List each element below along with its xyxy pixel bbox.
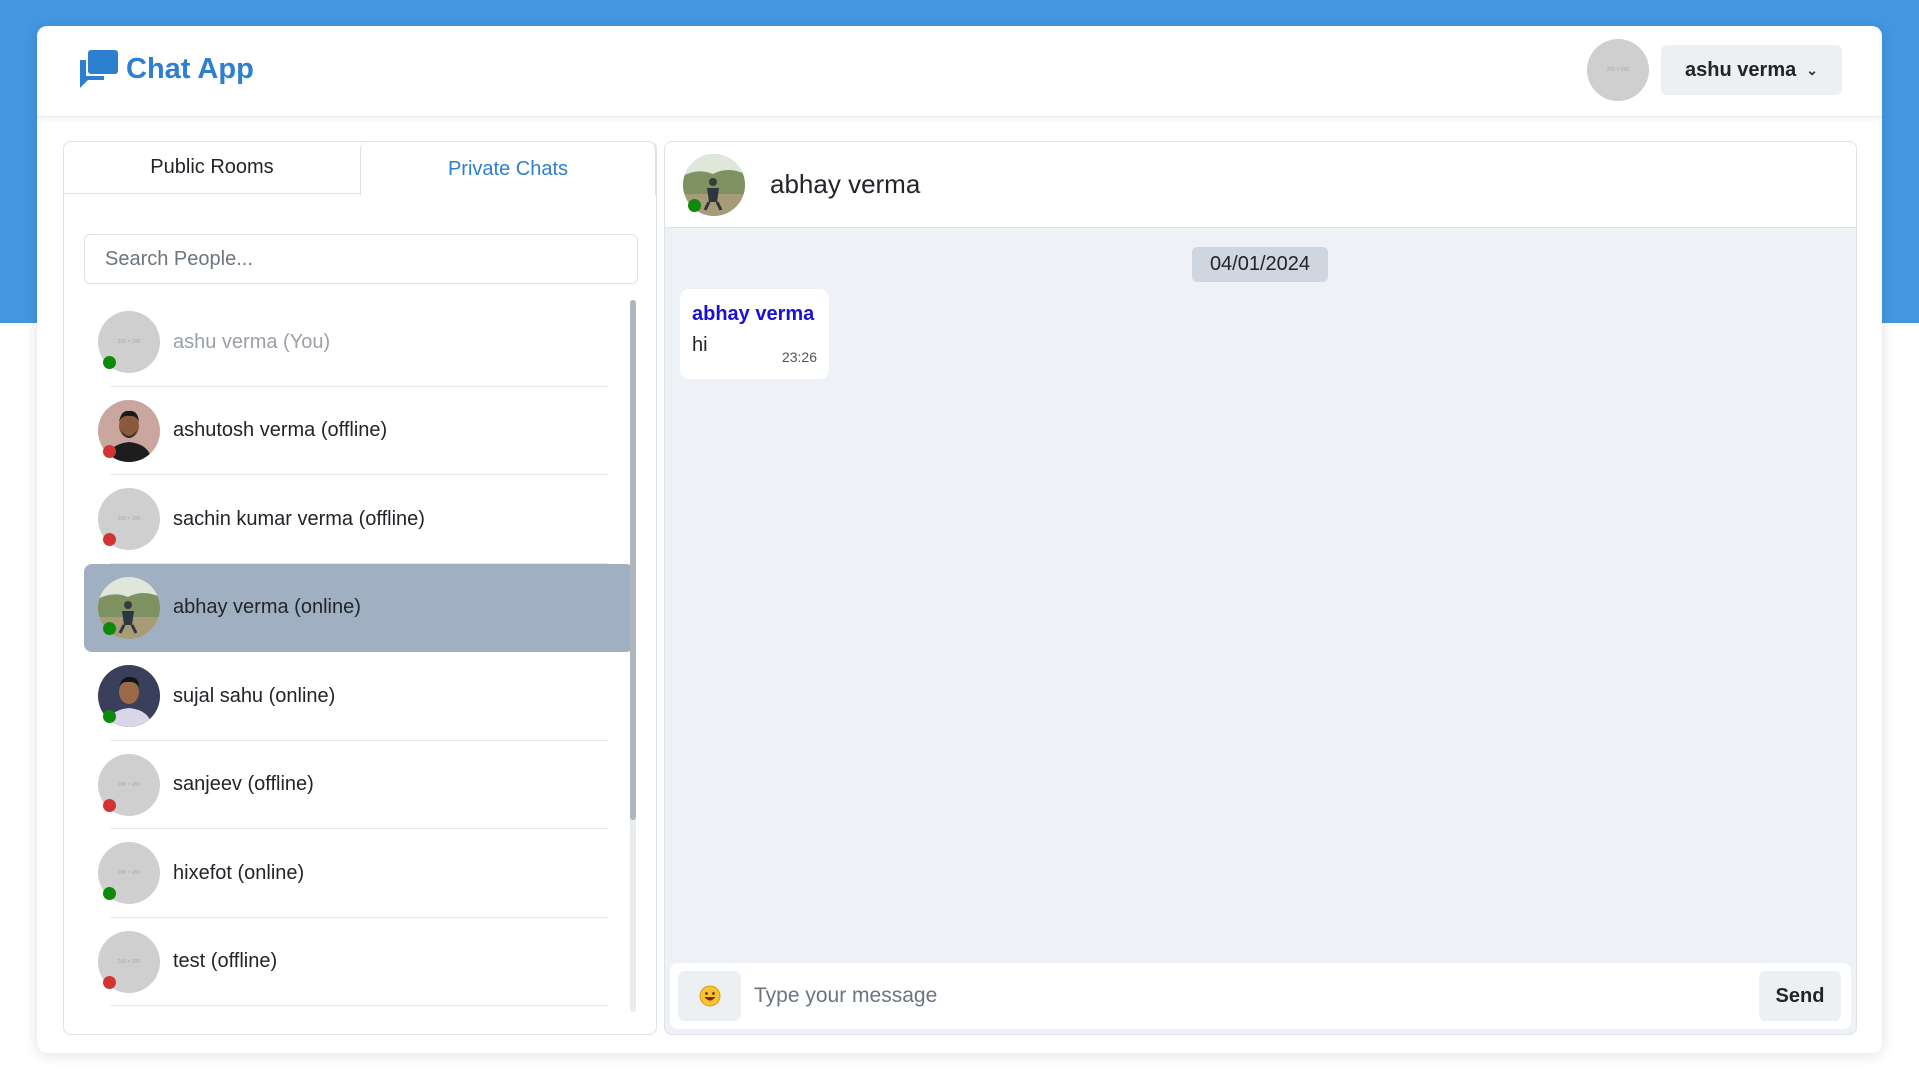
- user-avatar[interactable]: 200 × 200: [1587, 39, 1649, 101]
- contact-avatar[interactable]: [683, 153, 745, 216]
- avatar: 200 × 200: [98, 842, 160, 905]
- list-item[interactable]: 200 × 200 test (offline): [84, 918, 634, 1006]
- date-separator: 04/01/2024: [1192, 247, 1328, 282]
- chat-app-window: Chat App 200 × 200 ashu verma ⌄ Public R…: [37, 26, 1882, 1053]
- list-item[interactable]: 200 × 200 sanjeev (offline): [84, 741, 634, 829]
- online-status-dot: [688, 198, 701, 212]
- avatar-placeholder-text: 200 × 200: [117, 339, 141, 346]
- avatar-placeholder-text: 200 × 200: [117, 516, 141, 523]
- avatar-placeholder-text: 200 × 200: [117, 958, 141, 965]
- avatar: [98, 576, 160, 639]
- tab-public-rooms[interactable]: Public Rooms: [64, 142, 360, 193]
- person-name: hixefot (online): [173, 861, 305, 884]
- avatar: 200 × 200: [98, 488, 160, 551]
- person-name: sujal sahu (online): [173, 684, 336, 707]
- app-header: Chat App 200 × 200 ashu verma ⌄: [37, 26, 1882, 117]
- list-item[interactable]: 200 × 200 hixefot (online): [84, 829, 634, 918]
- person-name: abhay verma (online): [173, 596, 361, 619]
- user-name: ashu verma: [1685, 58, 1797, 81]
- avatar: [98, 665, 160, 728]
- grinning-face-icon: [699, 985, 720, 1007]
- message-time: 23:26: [781, 349, 817, 365]
- list-item-selected[interactable]: abhay verma (online): [84, 563, 634, 652]
- list-item[interactable]: 200 × 200 ashu verma (You): [84, 298, 634, 387]
- online-status-dot: [103, 356, 116, 370]
- conversation-header: abhay verma: [665, 142, 1856, 228]
- offline-status-dot: [103, 798, 116, 812]
- list-item[interactable]: ashutosh verma (offline): [84, 387, 634, 475]
- app-name: Chat App: [126, 52, 254, 85]
- scrollbar-thumb[interactable]: [630, 300, 636, 820]
- people-panel: Public Rooms Private Chats 200 × 200 ash…: [63, 141, 657, 1035]
- offline-status-dot: [103, 975, 116, 989]
- brand[interactable]: Chat App: [78, 48, 254, 90]
- message-input[interactable]: [754, 971, 1754, 1021]
- person-name: sachin kumar verma (offline): [173, 507, 425, 530]
- person-name: ashu verma (You): [173, 330, 331, 353]
- contact-name: abhay verma: [770, 169, 921, 199]
- online-status-dot: [103, 621, 116, 635]
- avatar: 200 × 200: [98, 930, 160, 993]
- message-sender: abhay verma: [692, 303, 815, 325]
- message-bubble: abhay verma hi 23:26: [680, 289, 829, 379]
- online-status-dot: [103, 887, 116, 901]
- offline-status-dot: [103, 533, 116, 547]
- person-name: sanjeev (offline): [173, 773, 314, 796]
- list-item[interactable]: sujal sahu (online): [84, 652, 634, 741]
- person-name: test (offline): [173, 950, 278, 973]
- chat-tabs: Public Rooms Private Chats: [64, 142, 656, 195]
- offline-status-dot: [103, 444, 116, 458]
- emoji-button[interactable]: [678, 971, 741, 1021]
- user-menu-button[interactable]: ashu verma ⌄: [1661, 45, 1842, 95]
- avatar: 200 × 200: [98, 311, 160, 374]
- send-button[interactable]: Send: [1759, 971, 1841, 1021]
- avatar-placeholder-text: 200 × 200: [1606, 67, 1630, 73]
- chevron-down-icon: ⌄: [1806, 61, 1818, 78]
- people-list-scrollbar[interactable]: [630, 300, 636, 1012]
- divider: [110, 1005, 608, 1006]
- conversation-panel: abhay verma 04/01/2024 abhay verma hi 23…: [664, 141, 1857, 1035]
- chat-bubbles-icon: [78, 48, 120, 90]
- avatar: 200 × 200: [98, 753, 160, 816]
- avatar-placeholder-text: 200 × 200: [117, 870, 141, 877]
- list-item[interactable]: 200 × 200 sachin kumar verma (offline): [84, 475, 634, 564]
- person-name: ashutosh verma (offline): [173, 419, 388, 442]
- avatar-placeholder-text: 200 × 200: [117, 781, 141, 788]
- message-composer: Send: [670, 963, 1851, 1029]
- search-people-input[interactable]: [84, 234, 638, 284]
- tab-private-chats[interactable]: Private Chats: [360, 143, 656, 195]
- avatar: [98, 399, 160, 462]
- people-list: 200 × 200 ashu verma (You) ashutosh verm…: [84, 298, 634, 1013]
